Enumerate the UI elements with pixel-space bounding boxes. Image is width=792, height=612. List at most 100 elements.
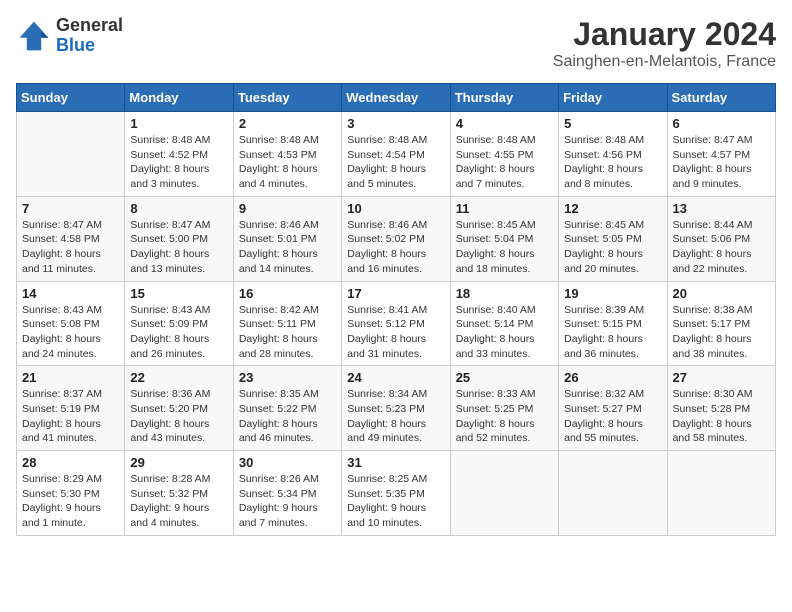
calendar-week-row: 7 Sunrise: 8:47 AM Sunset: 4:58 PM Daylig… — [17, 196, 776, 281]
day-number: 18 — [456, 286, 553, 301]
calendar-week-row: 1 Sunrise: 8:48 AM Sunset: 4:52 PM Daylig… — [17, 112, 776, 197]
calendar-day-cell — [17, 112, 125, 197]
day-number: 23 — [239, 370, 336, 385]
day-info: Sunrise: 8:34 AM Sunset: 5:23 PM Dayligh… — [347, 387, 444, 446]
calendar-day-cell: 29 Sunrise: 8:28 AM Sunset: 5:32 PM Dayli… — [125, 451, 233, 536]
day-number: 24 — [347, 370, 444, 385]
calendar-day-cell — [559, 451, 667, 536]
calendar-week-row: 14 Sunrise: 8:43 AM Sunset: 5:08 PM Dayli… — [17, 281, 776, 366]
calendar-title: January 2024 — [553, 16, 776, 53]
calendar-day-cell: 24 Sunrise: 8:34 AM Sunset: 5:23 PM Dayli… — [342, 366, 450, 451]
calendar-day-cell: 31 Sunrise: 8:25 AM Sunset: 5:35 PM Dayli… — [342, 451, 450, 536]
day-of-week-header: Tuesday — [233, 84, 341, 112]
calendar-day-cell: 17Sunrise: 8:41 AM Sunset: 5:12 PM Dayli… — [342, 281, 450, 366]
day-number: 21 — [22, 370, 119, 385]
calendar-week-row: 21 Sunrise: 8:37 AM Sunset: 5:19 PM Dayli… — [17, 366, 776, 451]
day-info: Sunrise: 8:43 AM Sunset: 5:08 PM Dayligh… — [22, 303, 119, 362]
logo-blue-text: Blue — [56, 36, 123, 56]
day-of-week-header: Wednesday — [342, 84, 450, 112]
day-of-week-header: Thursday — [450, 84, 558, 112]
day-info: Sunrise: 8:46 AM Sunset: 5:01 PM Dayligh… — [239, 218, 336, 277]
calendar-day-cell: 14 Sunrise: 8:43 AM Sunset: 5:08 PM Dayli… — [17, 281, 125, 366]
day-number: 11 — [456, 201, 553, 216]
calendar-day-cell: 23Sunrise: 8:35 AM Sunset: 5:22 PM Dayli… — [233, 366, 341, 451]
calendar-day-cell: 7 Sunrise: 8:47 AM Sunset: 4:58 PM Daylig… — [17, 196, 125, 281]
day-info: Sunrise: 8:47 AM Sunset: 4:57 PM Dayligh… — [673, 133, 770, 192]
day-number: 19 — [564, 286, 661, 301]
day-of-week-header: Sunday — [17, 84, 125, 112]
day-number: 4 — [456, 116, 553, 131]
calendar-day-cell — [667, 451, 775, 536]
day-info: Sunrise: 8:44 AM Sunset: 5:06 PM Dayligh… — [673, 218, 770, 277]
page-header: General Blue January 2024 Sainghen-en-Me… — [16, 16, 776, 71]
day-number: 17 — [347, 286, 444, 301]
title-block: January 2024 Sainghen-en-Melantois, Fran… — [553, 16, 776, 71]
calendar-subtitle: Sainghen-en-Melantois, France — [553, 53, 776, 71]
day-number: 10 — [347, 201, 444, 216]
day-of-week-header: Friday — [559, 84, 667, 112]
calendar-day-cell: 2 Sunrise: 8:48 AM Sunset: 4:53 PM Daylig… — [233, 112, 341, 197]
calendar-day-cell: 1 Sunrise: 8:48 AM Sunset: 4:52 PM Daylig… — [125, 112, 233, 197]
calendar-day-cell: 30 Sunrise: 8:26 AM Sunset: 5:34 PM Dayli… — [233, 451, 341, 536]
day-info: Sunrise: 8:48 AM Sunset: 4:54 PM Dayligh… — [347, 133, 444, 192]
day-number: 12 — [564, 201, 661, 216]
calendar-day-cell: 27Sunrise: 8:30 AM Sunset: 5:28 PM Dayli… — [667, 366, 775, 451]
day-number: 27 — [673, 370, 770, 385]
day-number: 30 — [239, 455, 336, 470]
day-info: Sunrise: 8:47 AM Sunset: 5:00 PM Dayligh… — [130, 218, 227, 277]
day-of-week-header: Saturday — [667, 84, 775, 112]
calendar-day-cell: 3Sunrise: 8:48 AM Sunset: 4:54 PM Daylig… — [342, 112, 450, 197]
calendar-day-cell: 19 Sunrise: 8:39 AM Sunset: 5:15 PM Dayli… — [559, 281, 667, 366]
calendar-table: SundayMondayTuesdayWednesdayThursdayFrid… — [16, 83, 776, 536]
calendar-day-cell — [450, 451, 558, 536]
day-info: Sunrise: 8:39 AM Sunset: 5:15 PM Dayligh… — [564, 303, 661, 362]
day-info: Sunrise: 8:28 AM Sunset: 5:32 PM Dayligh… — [130, 472, 227, 531]
calendar-day-cell: 22 Sunrise: 8:36 AM Sunset: 5:20 PM Dayli… — [125, 366, 233, 451]
day-number: 15 — [130, 286, 227, 301]
day-number: 25 — [456, 370, 553, 385]
day-info: Sunrise: 8:43 AM Sunset: 5:09 PM Dayligh… — [130, 303, 227, 362]
calendar-day-cell: 15 Sunrise: 8:43 AM Sunset: 5:09 PM Dayli… — [125, 281, 233, 366]
day-info: Sunrise: 8:29 AM Sunset: 5:30 PM Dayligh… — [22, 472, 119, 531]
calendar-day-cell: 11 Sunrise: 8:45 AM Sunset: 5:04 PM Dayli… — [450, 196, 558, 281]
day-info: Sunrise: 8:48 AM Sunset: 4:53 PM Dayligh… — [239, 133, 336, 192]
calendar-day-cell: 6Sunrise: 8:47 AM Sunset: 4:57 PM Daylig… — [667, 112, 775, 197]
day-number: 7 — [22, 201, 119, 216]
day-info: Sunrise: 8:37 AM Sunset: 5:19 PM Dayligh… — [22, 387, 119, 446]
day-info: Sunrise: 8:25 AM Sunset: 5:35 PM Dayligh… — [347, 472, 444, 531]
day-info: Sunrise: 8:26 AM Sunset: 5:34 PM Dayligh… — [239, 472, 336, 531]
calendar-day-cell: 4 Sunrise: 8:48 AM Sunset: 4:55 PM Daylig… — [450, 112, 558, 197]
logo: General Blue — [16, 16, 123, 56]
day-info: Sunrise: 8:45 AM Sunset: 5:05 PM Dayligh… — [564, 218, 661, 277]
day-number: 2 — [239, 116, 336, 131]
calendar-day-cell: 18 Sunrise: 8:40 AM Sunset: 5:14 PM Dayli… — [450, 281, 558, 366]
day-number: 16 — [239, 286, 336, 301]
day-info: Sunrise: 8:48 AM Sunset: 4:56 PM Dayligh… — [564, 133, 661, 192]
day-number: 31 — [347, 455, 444, 470]
calendar-day-cell: 26Sunrise: 8:32 AM Sunset: 5:27 PM Dayli… — [559, 366, 667, 451]
day-info: Sunrise: 8:45 AM Sunset: 5:04 PM Dayligh… — [456, 218, 553, 277]
day-number: 9 — [239, 201, 336, 216]
day-info: Sunrise: 8:48 AM Sunset: 4:52 PM Dayligh… — [130, 133, 227, 192]
day-info: Sunrise: 8:36 AM Sunset: 5:20 PM Dayligh… — [130, 387, 227, 446]
calendar-day-cell: 9 Sunrise: 8:46 AM Sunset: 5:01 PM Daylig… — [233, 196, 341, 281]
day-info: Sunrise: 8:42 AM Sunset: 5:11 PM Dayligh… — [239, 303, 336, 362]
day-number: 1 — [130, 116, 227, 131]
day-number: 28 — [22, 455, 119, 470]
day-number: 8 — [130, 201, 227, 216]
calendar-day-cell: 13Sunrise: 8:44 AM Sunset: 5:06 PM Dayli… — [667, 196, 775, 281]
calendar-day-cell: 8 Sunrise: 8:47 AM Sunset: 5:00 PM Daylig… — [125, 196, 233, 281]
day-of-week-header: Monday — [125, 84, 233, 112]
day-info: Sunrise: 8:40 AM Sunset: 5:14 PM Dayligh… — [456, 303, 553, 362]
day-number: 5 — [564, 116, 661, 131]
day-info: Sunrise: 8:47 AM Sunset: 4:58 PM Dayligh… — [22, 218, 119, 277]
day-info: Sunrise: 8:48 AM Sunset: 4:55 PM Dayligh… — [456, 133, 553, 192]
logo-icon — [16, 18, 52, 54]
day-number: 22 — [130, 370, 227, 385]
day-number: 29 — [130, 455, 227, 470]
calendar-day-cell: 21 Sunrise: 8:37 AM Sunset: 5:19 PM Dayli… — [17, 366, 125, 451]
day-number: 14 — [22, 286, 119, 301]
day-info: Sunrise: 8:33 AM Sunset: 5:25 PM Dayligh… — [456, 387, 553, 446]
calendar-day-cell: 25 Sunrise: 8:33 AM Sunset: 5:25 PM Dayli… — [450, 366, 558, 451]
calendar-day-cell: 5 Sunrise: 8:48 AM Sunset: 4:56 PM Daylig… — [559, 112, 667, 197]
